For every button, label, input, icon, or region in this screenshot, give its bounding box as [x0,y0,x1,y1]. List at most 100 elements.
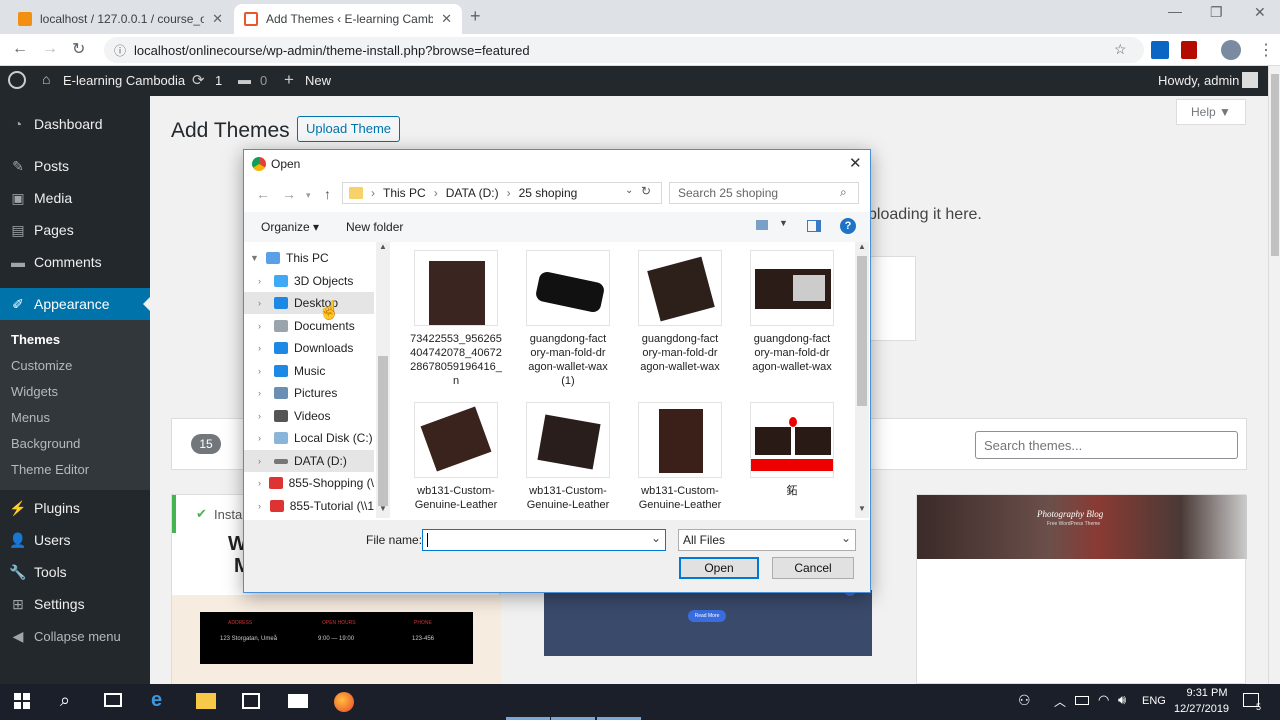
folder-search-box[interactable]: Search 25 shoping ⌕ [669,182,859,204]
chevron-right-icon[interactable]: › [258,411,268,421]
tree-scrollbar[interactable]: ▲ ▼ [376,242,390,518]
file-item[interactable]: guangdong-fact ory-man-fold-dr agon-wallet… [628,250,732,374]
forward-icon[interactable]: → [282,186,296,202]
file-name-input[interactable]: ⌄ [422,529,666,551]
tree-item-videos[interactable]: › Videos [244,405,374,427]
scrollbar-thumb[interactable] [378,356,388,506]
breadcrumb-this-pc[interactable]: This PC [383,186,426,200]
windows-start-icon[interactable] [14,693,30,709]
updates-count[interactable]: 1 [215,73,222,88]
scroll-up-icon[interactable]: ▲ [379,242,387,251]
organize-button[interactable]: Organize ▾ [261,220,319,234]
menu-dashboard[interactable]: ◔ Dashboard [0,108,150,140]
clock-time[interactable]: 9:31 PM [1182,687,1232,699]
file-item[interactable]: 鉐 [740,402,844,498]
pdf-extension-icon[interactable] [1181,41,1197,59]
close-tab-icon[interactable]: ✕ [441,11,452,27]
chevron-right-icon[interactable]: › [258,433,268,443]
file-grid-scrollbar[interactable]: ▲ ▼ [855,242,869,518]
edge-icon[interactable]: e [151,689,162,712]
tree-item-855-shopping[interactable]: › 855-Shopping (\ [244,472,374,494]
refresh-icon[interactable]: ↻ [641,184,651,198]
howdy-user-link[interactable]: Howdy, admin [1158,73,1239,88]
help-icon[interactable]: ? [840,218,856,234]
firefox-icon[interactable] [334,692,354,712]
upload-theme-button[interactable]: Upload Theme [297,116,401,142]
reload-icon[interactable]: ↻ [72,39,85,59]
tree-item-documents[interactable]: › Documents [244,315,374,337]
close-window-icon[interactable]: ✕ [1254,4,1266,21]
view-options-icon[interactable] [756,220,768,230]
info-icon[interactable]: ⓘ [114,42,126,59]
chevron-right-icon[interactable]: › [258,276,268,286]
tree-item-music[interactable]: › Music [244,360,374,382]
file-item[interactable]: wb131-Custom- Genuine-Leather [628,402,732,512]
file-item[interactable]: wb131-Custom- Genuine-Leather [404,402,508,512]
submenu-background[interactable]: Background [11,436,80,451]
task-view-icon[interactable] [104,693,122,707]
bookmark-star-icon[interactable]: ☆ [1114,41,1127,58]
clock-date[interactable]: 12/27/2019 [1174,703,1229,715]
chevron-right-icon[interactable]: › [258,388,268,398]
close-tab-icon[interactable]: ✕ [212,11,223,27]
page-scrollbar[interactable] [1268,66,1280,684]
browser-tab-add-themes[interactable]: Add Themes ‹ E-learning Cambodia ✕ [234,4,462,34]
menu-plugins[interactable]: ⚡ Plugins [0,492,150,524]
chevron-right-icon[interactable]: › [258,321,268,331]
tree-item-downloads[interactable]: › Downloads [244,337,374,359]
chevron-right-icon[interactable]: › [258,298,268,308]
user-avatar[interactable] [1242,72,1258,88]
menu-users[interactable]: 👤 Users [0,524,150,556]
cancel-button[interactable]: Cancel [772,557,854,579]
tree-item-local-disk-c[interactable]: › Local Disk (C:) [244,427,374,449]
comments-count[interactable]: 0 [260,73,267,88]
chevron-right-icon[interactable]: › [258,478,263,488]
maximize-icon[interactable]: ❐ [1210,4,1223,21]
chevron-right-icon[interactable]: › [258,343,268,353]
address-bar[interactable]: ⓘ localhost/onlinecourse/wp-admin/theme-… [104,37,1144,63]
scroll-up-icon[interactable]: ▲ [858,242,866,251]
chevron-down-icon[interactable]: ⌄ [625,185,633,196]
profile-avatar[interactable] [1221,40,1241,60]
file-item[interactable]: guangdong-fact ory-man-fold-dr agon-wallet… [740,250,844,374]
menu-comments[interactable]: ▬ Comments [0,246,150,278]
chevron-right-icon[interactable]: › [258,501,264,511]
chevron-down-icon[interactable]: ⌄ [651,531,661,545]
tree-item-data-d[interactable]: › DATA (D:) [244,450,374,472]
menu-media[interactable]: ▣ Media [0,182,150,214]
minimize-icon[interactable]: — [1168,3,1182,19]
menu-tools[interactable]: 🔧 Tools [0,556,150,588]
path-breadcrumb[interactable]: › This PC › DATA (D:) › 25 shoping ⌄ ↻ [342,182,662,204]
chevron-down-icon[interactable]: ▼ [779,218,788,228]
file-item[interactable]: 73422553_956265 404742078_40672 2867805919… [404,250,508,388]
breadcrumb-data-d[interactable]: DATA (D:) [446,186,499,200]
wordpress-logo-icon[interactable] [8,71,26,89]
back-icon[interactable]: ← [256,186,270,202]
submenu-theme-editor[interactable]: Theme Editor [11,462,89,477]
new-tab-button[interactable]: + [470,6,481,27]
chevron-right-icon[interactable]: › [258,456,268,466]
comments-icon[interactable]: ▬ [238,72,251,87]
linkedin-extension-icon[interactable] [1151,41,1169,59]
menu-settings[interactable]: ⊞ Settings [0,588,150,620]
dialog-close-icon[interactable]: ✕ [849,154,862,172]
submenu-customize[interactable]: Customize [11,358,72,373]
scroll-down-icon[interactable]: ▼ [858,504,866,513]
tree-item-pictures[interactable]: › Pictures [244,382,374,404]
open-button[interactable]: Open [679,557,759,579]
theme-preview-image[interactable]: Read More [544,584,872,656]
help-tab-button[interactable]: Help ▼ [1176,99,1246,125]
submenu-themes[interactable]: Themes [11,332,60,347]
scroll-down-icon[interactable]: ▼ [379,504,387,513]
site-name-link[interactable]: E-learning Cambodia [63,73,185,88]
tree-item-desktop[interactable]: › Desktop [244,292,374,314]
file-type-select[interactable]: All Files ⌄ [678,529,856,551]
recent-locations-icon[interactable]: ▾ [306,190,311,201]
chevron-down-icon[interactable]: ⌄ [841,531,851,545]
new-folder-button[interactable]: New folder [346,220,403,234]
submenu-menus[interactable]: Menus [11,410,50,425]
new-content-link[interactable]: New [305,73,331,88]
people-icon[interactable]: ⚇ [1018,692,1031,709]
preview-pane-icon[interactable] [807,220,821,232]
file-explorer-icon[interactable] [196,693,216,709]
